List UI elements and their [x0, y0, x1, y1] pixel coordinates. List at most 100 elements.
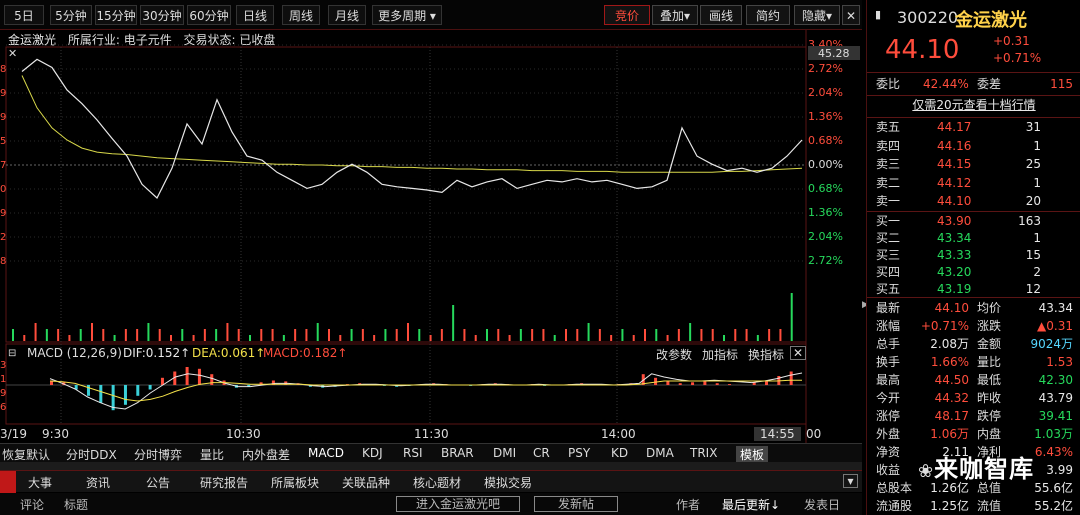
comments-tab[interactable]: 评论 [20, 496, 44, 513]
info-tab-news[interactable]: 资讯 [86, 474, 110, 491]
volume-bar-33 [384, 329, 387, 341]
stat-label: 最新 [876, 301, 901, 315]
add-indicator-button[interactable]: 加指标 [702, 346, 738, 363]
indicator-tab-brar[interactable]: BRAR [441, 446, 474, 460]
stat-value: 44.10 [934, 301, 969, 315]
volume-bar-18 [215, 329, 218, 341]
volume-bar-5 [68, 335, 71, 341]
indicator-tab-game[interactable]: 分时博弈 [134, 446, 182, 463]
sell-row-3[interactable]: 卖三 44.15 25 [867, 155, 1080, 174]
info-tab-sim-trade[interactable]: 模拟交易 [484, 474, 532, 491]
volume-bar-45 [519, 329, 522, 341]
info-tab-announcements[interactable]: 公告 [146, 474, 170, 491]
stat-value-2: 9024万 [1030, 337, 1073, 351]
sell-volume: 1 [1033, 138, 1041, 153]
info-tab-sector[interactable]: 所属板块 [271, 474, 319, 491]
indicator-tab-dma[interactable]: DMA [646, 446, 674, 460]
new-post-button[interactable]: 发新帖 [534, 496, 618, 512]
panel-collapse-icon[interactable]: ▾ [843, 474, 858, 488]
pct-tick-2: 2.04% [808, 86, 843, 99]
indicator-tab-trix[interactable]: TRIX [690, 446, 717, 460]
stat-row-2: 涨幅 +0.71% 涨跌 ▲0.31 [867, 317, 1080, 336]
stat-row-7: 涨停 48.17 跌停 39.41 [867, 407, 1080, 426]
indicator-tab-template[interactable]: 模板 [736, 446, 769, 463]
volume-bar-42 [486, 329, 488, 341]
publish-date-column-header[interactable]: 发表日 [804, 496, 840, 513]
indicator-tab-kdj[interactable]: KDJ [362, 446, 383, 460]
menu-lines-icon[interactable]: ▮ [875, 8, 881, 21]
indicator-tabs: 恢复默认 分时DDX 分时博弈 量比 内外盘差 MACD KDJ RSI BRA… [0, 443, 862, 463]
ten-level-quote-link[interactable]: 仅需20元查看十档行情 [867, 96, 1080, 115]
left-price-tick-8: 8 [0, 256, 6, 267]
indicator-tab-psy[interactable]: PSY [568, 446, 590, 460]
indicator-tab-kd[interactable]: KD [611, 446, 628, 460]
stat-value: 2.08万 [930, 337, 969, 351]
macd-bar-4 [99, 385, 103, 403]
indicator-tab-dmi[interactable]: DMI [493, 446, 516, 460]
info-tab-related[interactable]: 关联品种 [342, 474, 390, 491]
stock-name: 金运激光 [955, 10, 1027, 31]
stat-value: 48.17 [934, 409, 969, 423]
volume-bar-15 [181, 329, 184, 341]
volume-bar-49 [565, 329, 567, 341]
horizontal-scrollbar[interactable] [0, 462, 862, 470]
info-tab-research[interactable]: 研究报告 [200, 474, 248, 491]
volume-bar-16 [192, 335, 195, 341]
stat-row-1: 最新 44.10 均价 43.34 [867, 299, 1080, 318]
volume-bar-31 [361, 329, 364, 341]
intraday-chart[interactable]: 3.40%2.72%2.04%1.36%0.68%0.00%0.68%1.36%… [0, 0, 862, 443]
sell-row-5[interactable]: 卖一 44.10 20 [867, 192, 1080, 211]
indicator-tab-macd[interactable]: MACD [308, 446, 344, 460]
pct-tick-8: 2.04% [808, 230, 843, 243]
stat-value-2: 1.53 [1046, 355, 1073, 369]
stat-value-2: 39.41 [1038, 409, 1073, 423]
indicator-tab-ddx[interactable]: 分时DDX [66, 446, 117, 463]
indicator-tab-volume-ratio[interactable]: 量比 [200, 446, 224, 463]
volume-bar-19 [226, 323, 229, 341]
indicator-tab-rsi[interactable]: RSI [403, 446, 423, 460]
left-price-tick-1: 9 [0, 88, 6, 99]
last-price: 44.10 [885, 35, 960, 65]
macd-bar-49 [654, 377, 658, 385]
macd-bar-3 [86, 385, 90, 396]
sell-row-4[interactable]: 卖二 44.12 1 [867, 174, 1080, 193]
change-params-button[interactable]: 改参数 [656, 346, 692, 363]
info-tab-topics[interactable]: 核心题材 [413, 474, 461, 491]
sell-volume: 20 [1025, 194, 1041, 208]
enter-forum-button[interactable]: 进入金运激光吧 [396, 496, 520, 512]
left-price-tick-4: 7 [0, 160, 6, 171]
sell-row-2[interactable]: 卖四 44.16 1 [867, 137, 1080, 156]
volume-bar-4 [57, 329, 60, 341]
volume-bar-67 [768, 329, 771, 341]
stat-label: 涨停 [876, 409, 901, 423]
volume-bar-14 [170, 335, 172, 341]
macd-bar-7 [136, 385, 140, 396]
title-column-header: 标题 [64, 498, 89, 512]
left-price-tick-0: 8 [0, 64, 6, 75]
macd-bar-60 [789, 371, 793, 385]
indicator-tab-reset[interactable]: 恢复默认 [2, 446, 50, 463]
stat-value-2: 55.2亿 [1034, 499, 1073, 513]
stat-value-2: 1.03万 [1034, 427, 1073, 441]
stat-label: 流通股 [876, 499, 913, 513]
switch-indicator-button[interactable]: 换指标 [748, 346, 784, 363]
volume-bar-12 [147, 323, 150, 341]
macd-bar-12 [197, 368, 201, 385]
macd-bar-6 [123, 385, 127, 405]
indicator-tab-cr[interactable]: CR [533, 446, 550, 460]
macd-close-icon[interactable]: ✕ [790, 346, 807, 360]
info-tab-events[interactable]: 大事 [28, 474, 52, 491]
volume-bar-41 [474, 335, 477, 341]
x-axis-date: 3/19 [0, 427, 27, 441]
x-tick-cursor-time: 14:55 [754, 427, 801, 441]
volume-bar-22 [260, 329, 263, 341]
macd-left-tick-3: 6 [0, 402, 6, 413]
stat-row-4: 换手 1.66% 量比 1.53 [867, 353, 1080, 372]
left-price-tick-6: 9 [0, 208, 6, 219]
macd-left-tick-1: 1 [0, 374, 6, 385]
x-tick-1030: 10:30 [226, 427, 261, 441]
sell-row-1[interactable]: 卖五 44.17 31 [867, 118, 1080, 137]
indicator-tab-in-out[interactable]: 内外盘差 [242, 446, 290, 463]
watermark: ❀来咖智库 [918, 449, 1034, 484]
last-updated-column-header[interactable]: 最后更新↓ [722, 496, 780, 513]
